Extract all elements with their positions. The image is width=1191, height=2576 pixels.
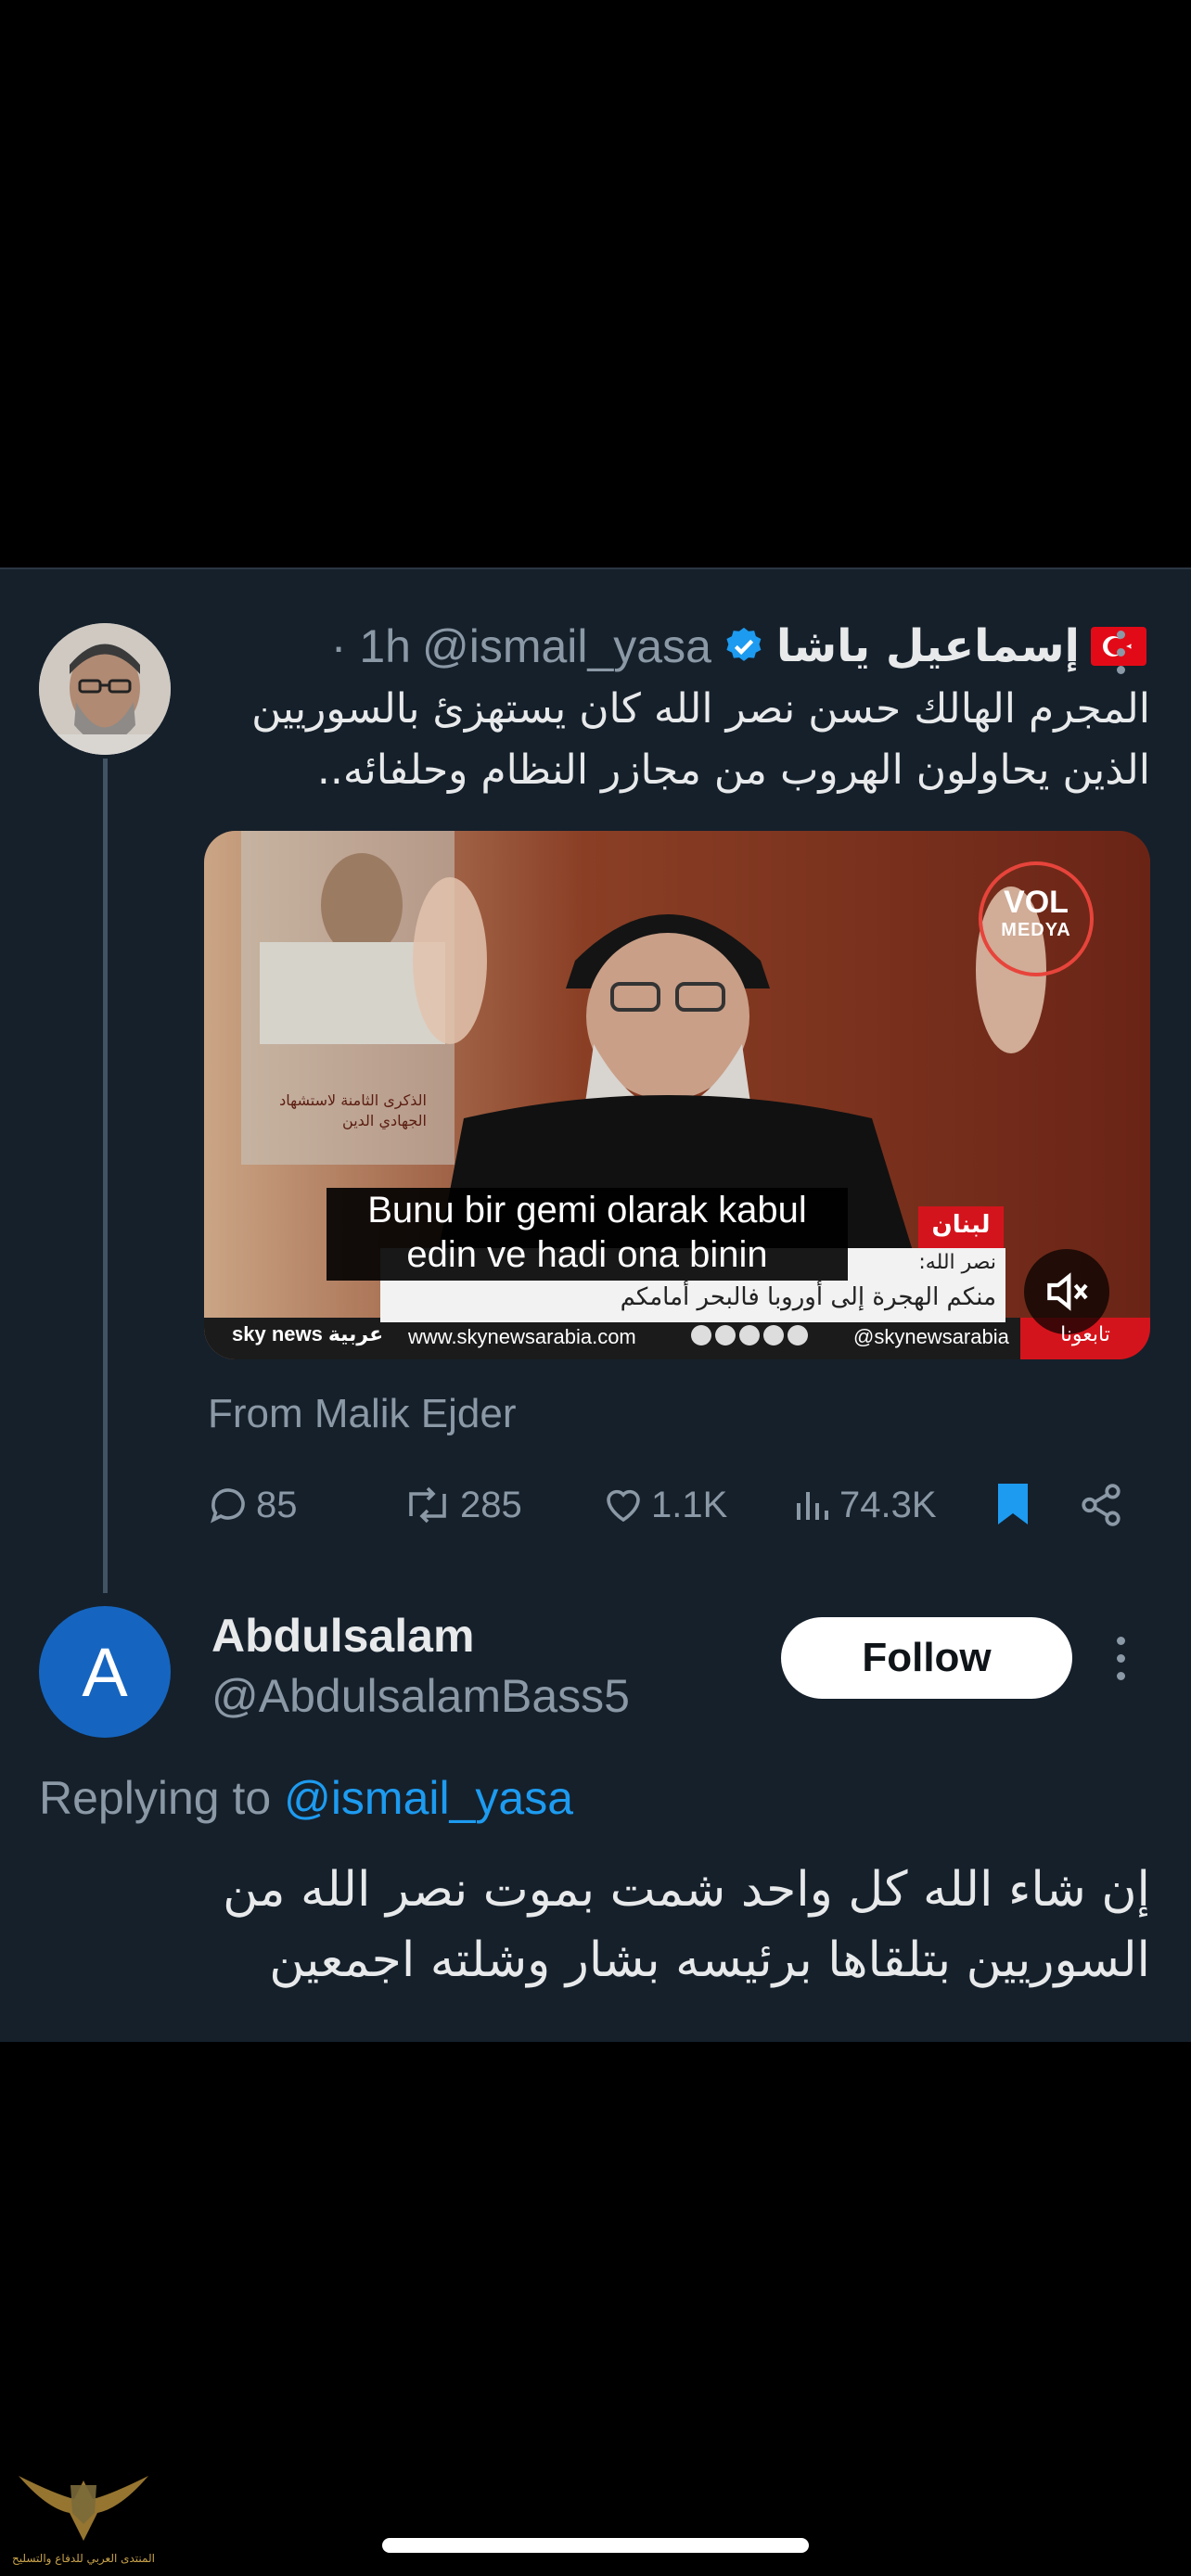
facebook-icon bbox=[691, 1325, 711, 1345]
tweet-text: المجرم الهالك حسن نصر الله كان يستهزئ با… bbox=[251, 685, 1150, 794]
video-source[interactable]: From Malik Ejder bbox=[208, 1391, 517, 1437]
retweet-button[interactable]: 285 bbox=[401, 1473, 522, 1537]
social-icons bbox=[691, 1325, 808, 1345]
reply-author-name[interactable]: Abdulsalam bbox=[211, 1609, 474, 1663]
reply-author-avatar[interactable]: A bbox=[39, 1606, 171, 1738]
verified-badge-icon bbox=[726, 627, 762, 661]
bookmark-icon[interactable] bbox=[992, 1480, 1033, 1528]
subtitle-line-1: Bunu bir gemi olarak kabul bbox=[367, 1190, 807, 1231]
ticker-line-2: منكم الهجرة إلى أوروبا فالبحر أمامكم bbox=[620, 1283, 996, 1311]
sky-news-text: sky news bbox=[232, 1322, 323, 1345]
heart-icon bbox=[607, 1489, 640, 1523]
ticker-line-1: نصر الله: bbox=[918, 1251, 996, 1274]
replying-to-link[interactable]: @ismail_yasa bbox=[284, 1772, 573, 1824]
thread-line bbox=[103, 759, 108, 1593]
sky-news-arabic: عربية bbox=[327, 1322, 384, 1346]
replying-prefix: Replying to bbox=[39, 1772, 272, 1824]
tweet-header: · 1h @ismail_yasa إسماعيل ياشا bbox=[163, 614, 1146, 679]
instagram-icon bbox=[763, 1325, 784, 1345]
tweet-video[interactable]: VOL MEDYA الذكرى الثامنة لاستشهاد الجهاد… bbox=[204, 831, 1150, 1359]
reply-button[interactable]: 85 bbox=[206, 1473, 298, 1537]
replying-to: Replying to @ismail_yasa bbox=[39, 1771, 573, 1825]
views-icon bbox=[797, 1492, 828, 1520]
forum-watermark-text: المنتدى العربي للدفاع والتسليح bbox=[12, 2552, 155, 2565]
author-name[interactable]: إسماعيل ياشا bbox=[776, 620, 1080, 672]
sky-news-logo: sky news عربية bbox=[232, 1322, 383, 1346]
avatar-photo bbox=[39, 623, 171, 755]
mute-icon[interactable] bbox=[1041, 1266, 1093, 1318]
ticker-label: لبنان bbox=[931, 1211, 991, 1239]
home-indicator[interactable] bbox=[382, 2538, 809, 2553]
reply-icon bbox=[211, 1488, 245, 1524]
retweet-count: 285 bbox=[460, 1484, 522, 1525]
views-button[interactable]: 74.3K bbox=[793, 1473, 937, 1537]
poster-text: الذكرى الثامنة لاستشهاد الجهادي الدين bbox=[279, 1091, 427, 1129]
tweet-actions: 85 285 1.1K 74.3K bbox=[204, 1473, 1150, 1537]
site-url: www.skynewsarabia.com bbox=[408, 1325, 636, 1348]
author-avatar[interactable] bbox=[39, 623, 171, 755]
social-handle: @skynewsarabia bbox=[853, 1325, 1009, 1348]
author-handle[interactable]: @ismail_yasa bbox=[422, 619, 711, 673]
reply-author-handle[interactable]: @AbdulsalamBass5 bbox=[211, 1669, 630, 1723]
follow-button[interactable]: Follow bbox=[781, 1617, 1072, 1699]
medya-text: MEDYA bbox=[1001, 920, 1071, 940]
like-button[interactable]: 1.1K bbox=[601, 1473, 727, 1537]
vol-text: VOL bbox=[1004, 885, 1069, 920]
retweet-icon bbox=[409, 1486, 446, 1524]
forum-watermark: المنتدى العربي للدفاع والتسليح bbox=[9, 2457, 158, 2576]
tiktok-icon bbox=[739, 1325, 760, 1345]
vol-medya-watermark: VOL MEDYA bbox=[980, 886, 1092, 942]
reply-more-icon[interactable] bbox=[1109, 1637, 1132, 1680]
share-icon[interactable] bbox=[1078, 1482, 1124, 1528]
like-count: 1.1K bbox=[651, 1484, 728, 1525]
x-icon bbox=[715, 1325, 736, 1345]
reply-count: 85 bbox=[256, 1484, 298, 1525]
follow-tag: تابعونا bbox=[1060, 1323, 1110, 1346]
tweet-more-icon[interactable] bbox=[1109, 631, 1132, 674]
youtube-icon bbox=[788, 1325, 808, 1345]
views-count: 74.3K bbox=[839, 1484, 937, 1525]
reply-text: إن شاء الله كل واحد شمت بموت نصر الله من… bbox=[223, 1862, 1150, 1988]
eagle-shield-icon bbox=[19, 2476, 148, 2541]
tweet-time: · 1h bbox=[330, 620, 411, 672]
